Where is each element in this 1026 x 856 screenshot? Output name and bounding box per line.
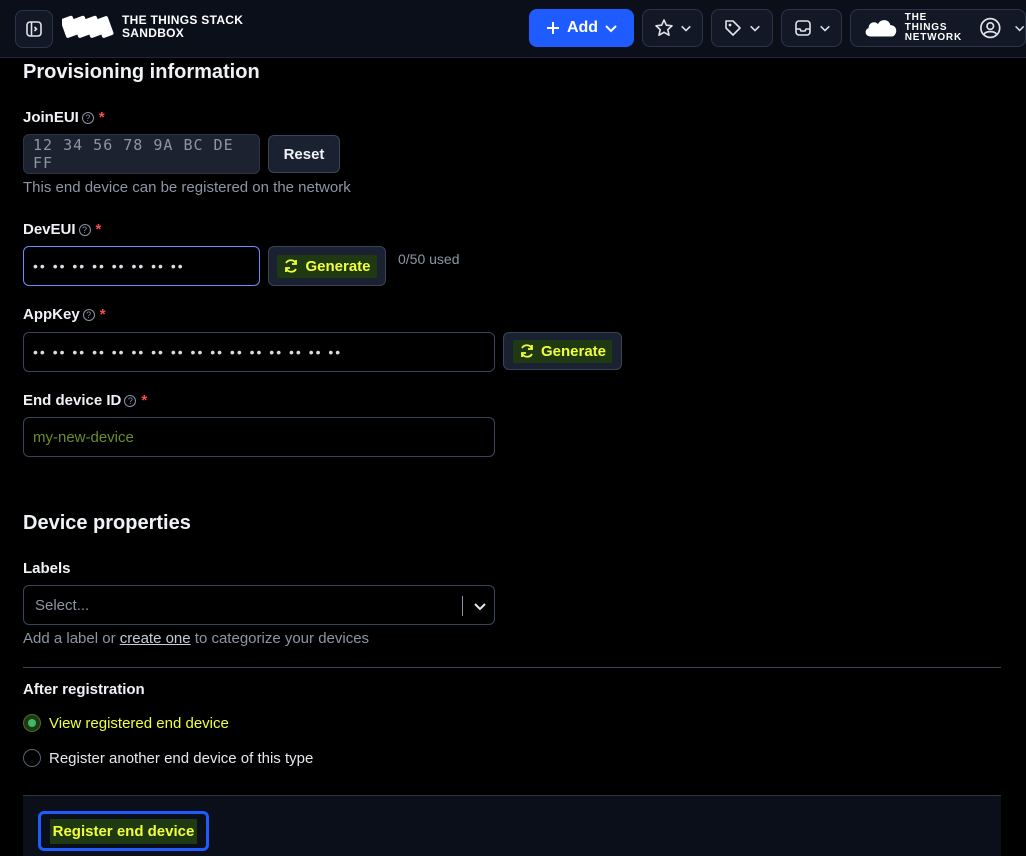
top-bar: THE THINGS STACK SANDBOX Add THE THINGS … — [0, 0, 1026, 58]
help-icon[interactable]: ? — [78, 223, 91, 236]
help-icon[interactable]: ? — [124, 394, 137, 407]
appkey-label: AppKey ? * — [23, 306, 106, 323]
app-logo[interactable]: THE THINGS STACK SANDBOX — [62, 12, 243, 42]
required-asterisk: * — [98, 109, 105, 126]
chevron-down-icon — [750, 25, 760, 32]
appkey-value: •• •• •• •• •• •• •• •• •• •• •• •• •• •… — [33, 344, 343, 360]
deveui-generate-button[interactable]: Generate — [268, 246, 386, 286]
labels-hint-pre: Add a label or — [23, 630, 120, 647]
inbox-icon — [794, 20, 811, 36]
tags-button[interactable] — [711, 9, 773, 47]
plus-icon — [546, 22, 559, 34]
radio-view-registered[interactable]: View registered end device — [23, 714, 229, 732]
network-logo-text: THE THINGS NETWORK — [905, 13, 969, 43]
deveui-label-text: DevEUI — [23, 221, 76, 238]
account-menu-button[interactable]: THE THINGS NETWORK — [850, 9, 1026, 47]
deveui-input[interactable]: •• •• •• •• •• •• •• •• — [23, 246, 260, 286]
help-icon[interactable]: ? — [82, 308, 95, 321]
chevron-down-icon — [1014, 25, 1024, 32]
deveui-label: DevEUI ? * — [23, 221, 101, 238]
labels-select-placeholder: Select... — [35, 597, 90, 614]
bookmarks-button[interactable] — [642, 9, 703, 47]
sidebar-toggle-button[interactable] — [15, 10, 53, 48]
star-icon — [654, 19, 673, 36]
chevron-down-icon — [819, 25, 830, 32]
radio-view-registered-label: View registered end device — [49, 714, 229, 732]
section-divider — [23, 667, 1001, 668]
appkey-label-text: AppKey — [23, 306, 80, 323]
joineui-label: JoinEUI ? * — [23, 109, 105, 126]
labels-hint-post: to categorize your devices — [190, 630, 370, 647]
network-line-1: THE THINGS — [904, 12, 948, 33]
appkey-generate-label: Generate — [540, 342, 607, 360]
logo-line-2: SANDBOX — [122, 26, 185, 40]
reset-button-label: Reset — [283, 145, 325, 163]
device-id-label: End device ID ? * — [23, 392, 147, 409]
labels-hint: Add a label or create one to categorize … — [23, 630, 369, 647]
generate-highlight: Generate — [512, 339, 613, 363]
radio-button-checked[interactable] — [23, 714, 41, 732]
radio-button[interactable] — [23, 749, 41, 767]
device-id-input[interactable]: my-new-device — [23, 417, 495, 457]
labels-select[interactable]: Select... — [23, 585, 495, 625]
device-properties-title: Device properties — [23, 512, 191, 534]
joineui-input[interactable]: 12 34 56 78 9A BC DE FF — [23, 134, 260, 174]
radio-register-another[interactable]: Register another end device of this type — [23, 749, 313, 767]
cloud-icon — [865, 20, 897, 37]
select-separator — [462, 596, 463, 616]
generate-highlight: Generate — [277, 254, 377, 278]
after-registration-label: After registration — [23, 681, 145, 698]
create-label-link[interactable]: create one — [120, 630, 191, 647]
deveui-usage-count: 0/50 used — [398, 251, 460, 267]
register-end-device-label: Register end device — [49, 818, 198, 844]
device-id-label-text: End device ID — [23, 392, 122, 409]
user-avatar-icon — [980, 17, 1001, 39]
required-asterisk: * — [95, 221, 102, 238]
refresh-icon — [521, 344, 533, 358]
device-id-placeholder: my-new-device — [33, 428, 134, 446]
deveui-generate-label: Generate — [305, 257, 371, 275]
tag-icon — [725, 20, 741, 36]
reset-button[interactable]: Reset — [268, 135, 340, 173]
chevron-down-icon — [605, 25, 617, 33]
add-button[interactable]: Add — [529, 9, 634, 47]
joineui-hint: This end device can be registered on the… — [23, 179, 351, 196]
inbox-button[interactable] — [781, 9, 842, 47]
things-stack-logo-icon — [62, 15, 114, 38]
joineui-label-text: JoinEUI — [23, 109, 79, 126]
provisioning-title: Provisioning information — [23, 61, 260, 83]
add-button-label: Add — [566, 19, 599, 36]
network-line-2: NETWORK — [904, 32, 962, 43]
appkey-input[interactable]: •• •• •• •• •• •• •• •• •• •• •• •• •• •… — [23, 332, 495, 372]
refresh-icon — [285, 259, 298, 273]
required-asterisk: * — [141, 392, 148, 409]
sidebar-toggle-icon — [26, 21, 42, 37]
appkey-generate-button[interactable]: Generate — [503, 332, 622, 370]
register-end-device-button[interactable]: Register end device — [38, 811, 209, 851]
labels-label: Labels — [23, 560, 71, 577]
joineui-value: 12 34 56 78 9A BC DE FF — [33, 136, 234, 172]
chevron-down-icon — [680, 25, 691, 32]
required-asterisk: * — [99, 306, 106, 323]
deveui-value: •• •• •• •• •• •• •• •• — [33, 258, 185, 274]
radio-register-another-label: Register another end device of this type — [49, 749, 314, 767]
chevron-down-icon[interactable] — [472, 598, 488, 614]
help-icon[interactable]: ? — [81, 111, 94, 124]
logo-text: THE THINGS STACK SANDBOX — [122, 14, 243, 40]
